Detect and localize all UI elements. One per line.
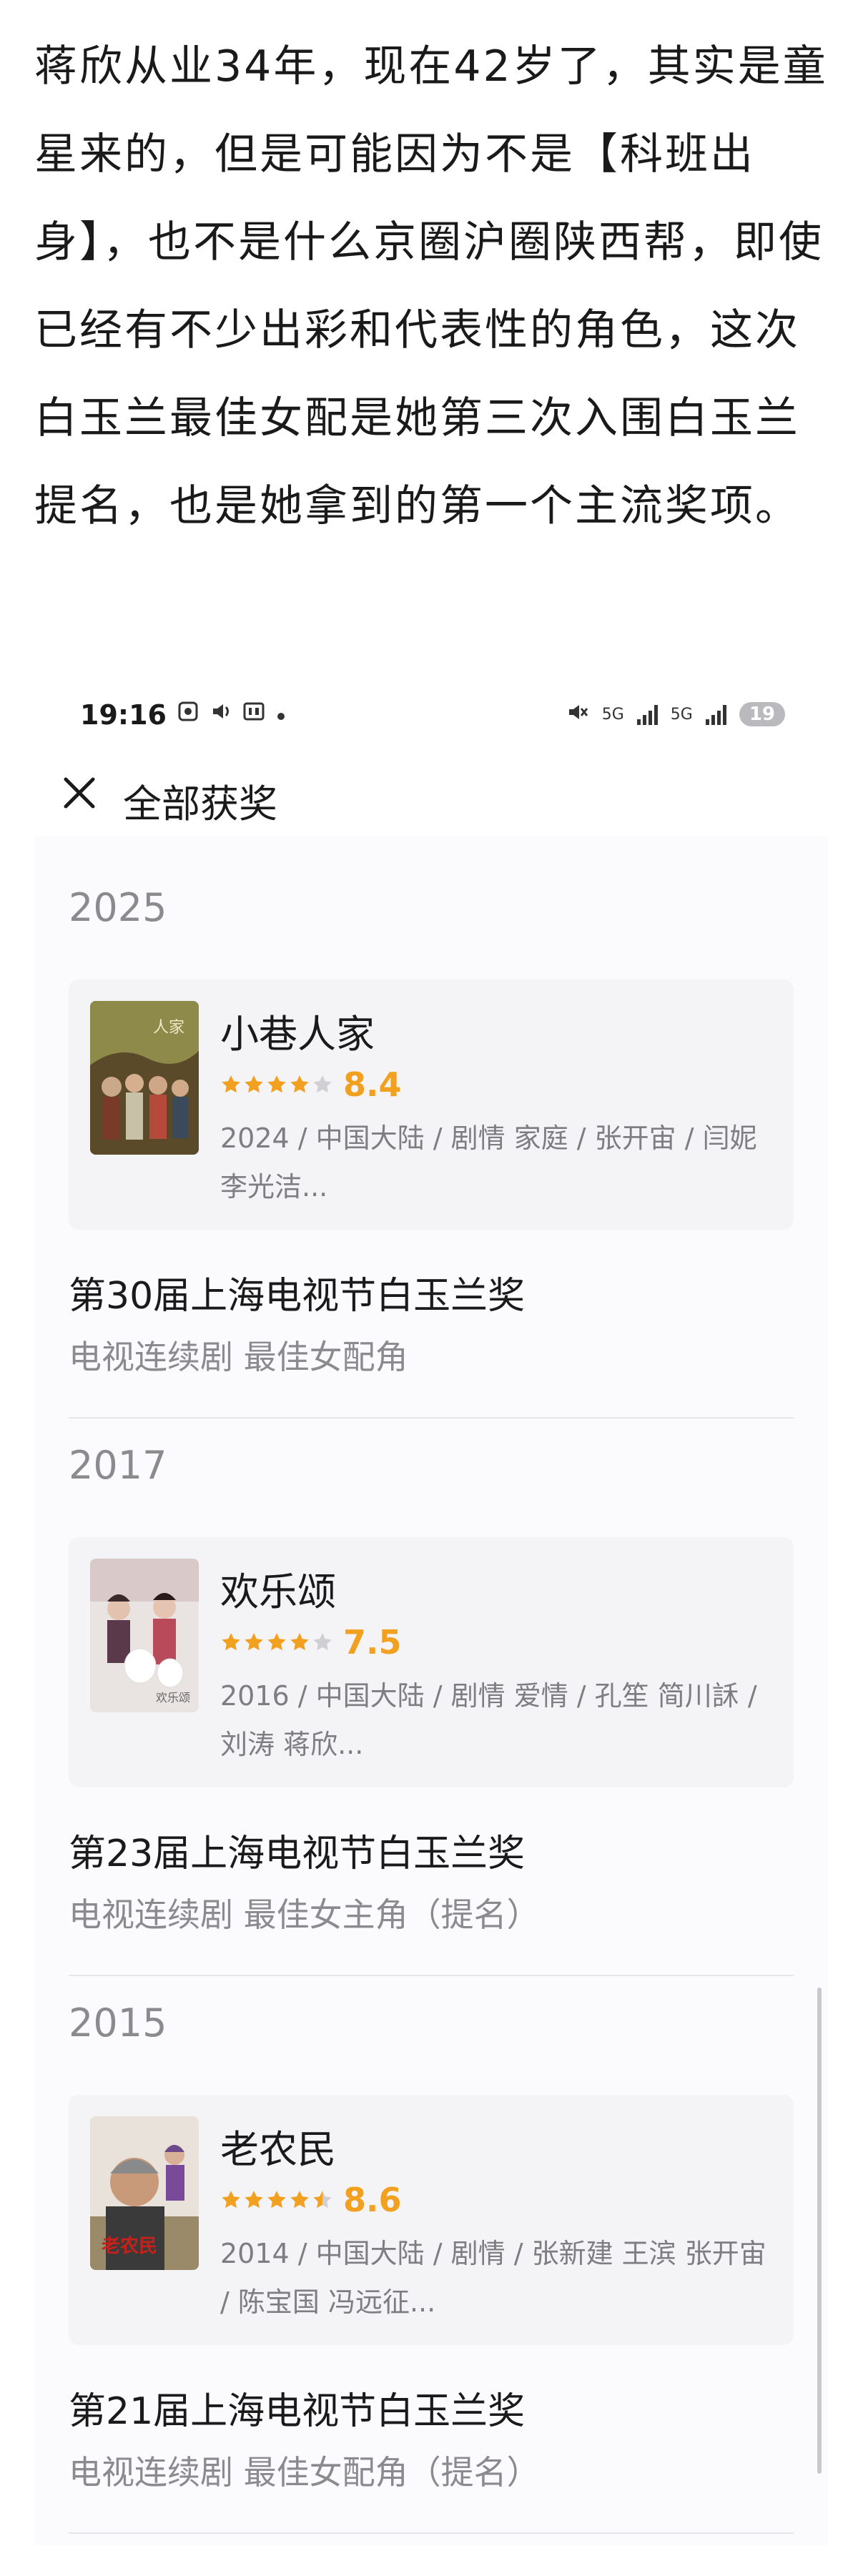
star-icon (245, 1075, 263, 1093)
work-title: 老农民 (220, 2127, 336, 2172)
work-meta: 2016 / 中国大陆 / 剧情 爱情 / 孔笙 简川訸 / 刘涛 蒋欣... (220, 1680, 757, 1760)
mute-icon (566, 701, 589, 728)
star-rating (220, 2189, 333, 2211)
award-category: 电视连续剧 最佳女配角 (69, 1338, 408, 1376)
star-icon (267, 1633, 286, 1651)
divider (69, 1417, 794, 1418)
star-rating (220, 1632, 333, 1653)
year-label: 2015 (69, 2000, 167, 2045)
star-icon (267, 1075, 286, 1093)
volume-icon (210, 701, 232, 728)
network-label-2: 5G (670, 705, 693, 724)
star-icon (245, 2191, 263, 2209)
work-card[interactable]: 欢乐颂 欢乐颂 7.5 2016 / 中国大陆 / 剧情 爱情 / 孔笙 简川訸… (69, 1537, 794, 1787)
rating-score: 7.5 (343, 1623, 402, 1662)
svg-text:欢乐颂: 欢乐颂 (156, 1691, 190, 1704)
status-bar: 19:16 5G 5G 19 (34, 679, 828, 751)
award-category: 电视连续剧 最佳女配角（提名） (69, 2453, 540, 2492)
work-card[interactable]: 人家 小巷人家 8.4 2024 / 中国大陆 / 剧情 家庭 / 张开宙 / … (69, 979, 794, 1230)
close-icon (64, 777, 95, 809)
page-title: 全部获奖 (123, 781, 277, 826)
star-icon (222, 1075, 240, 1093)
work-title: 小巷人家 (220, 1012, 375, 1057)
svg-text:老农民: 老农民 (102, 2236, 157, 2257)
signal-icon-2 (705, 704, 726, 725)
year-label: 2017 (69, 1443, 167, 1488)
status-right: 5G 5G 19 (566, 701, 785, 728)
star-icon (290, 1075, 309, 1093)
poster-image: 人家 (90, 1001, 199, 1155)
star-icon (313, 1633, 332, 1651)
work-meta: 2014 / 中国大陆 / 剧情 / 张新建 王滨 张开宙 / 陈宝国 冯远征.… (220, 2238, 766, 2318)
year-label: 2025 (69, 885, 167, 930)
hd-icon (243, 701, 265, 728)
scrollbar[interactable] (817, 1988, 822, 2474)
status-left-icons (177, 701, 286, 728)
rating-score: 8.6 (343, 2181, 402, 2219)
star-icon (222, 2191, 240, 2209)
rating-score: 8.4 (343, 1065, 402, 1104)
article-text: 蒋欣从业34年，现在42岁了，其实是童星来的，但是可能因为不是【科班出身】，也不… (34, 41, 828, 531)
battery-indicator: 19 (739, 702, 785, 726)
screen-record-icon (177, 701, 199, 728)
rating-row: 7.5 (220, 1623, 402, 1662)
network-label-1: 5G (601, 705, 624, 724)
star-icon (290, 1633, 309, 1651)
close-button[interactable] (54, 768, 104, 818)
star-icon (313, 2191, 332, 2209)
dot-icon (276, 702, 286, 727)
star-icon (245, 1633, 263, 1651)
star-icon (267, 2191, 286, 2209)
award-name: 第21届上海电视节白玉兰奖 (69, 2390, 526, 2433)
signal-icon (636, 704, 658, 725)
rating-row: 8.6 (220, 2181, 402, 2219)
status-time: 19:16 (80, 699, 167, 731)
award-name: 第30届上海电视节白玉兰奖 (69, 1275, 526, 1318)
work-card[interactable]: 老农民 老农民 8.6 2014 / 中国大陆 / 剧情 / 张新建 王滨 张开… (69, 2095, 794, 2345)
star-rating (220, 1074, 333, 1095)
divider (69, 1975, 794, 1976)
divider (69, 2532, 794, 2534)
star-icon (222, 1633, 240, 1651)
rating-row: 8.4 (220, 1065, 402, 1104)
svg-text:人家: 人家 (153, 1019, 184, 1037)
poster-image: 欢乐颂 (90, 1559, 199, 1712)
award-name: 第23届上海电视节白玉兰奖 (69, 1832, 526, 1875)
star-icon (313, 1075, 332, 1093)
star-icon (290, 2191, 309, 2209)
award-category: 电视连续剧 最佳女主角（提名） (69, 1895, 540, 1934)
work-meta: 2024 / 中国大陆 / 剧情 家庭 / 张开宙 / 闫妮 李光洁... (220, 1122, 757, 1203)
phone-screenshot: 19:16 5G 5G 19 全部获奖 2025 人家 小巷人家 8.4 202… (34, 679, 828, 2545)
nav-bar: 全部获奖 (34, 751, 828, 837)
work-title: 欢乐颂 (220, 1569, 336, 1614)
poster-image: 老农民 (90, 2116, 199, 2270)
